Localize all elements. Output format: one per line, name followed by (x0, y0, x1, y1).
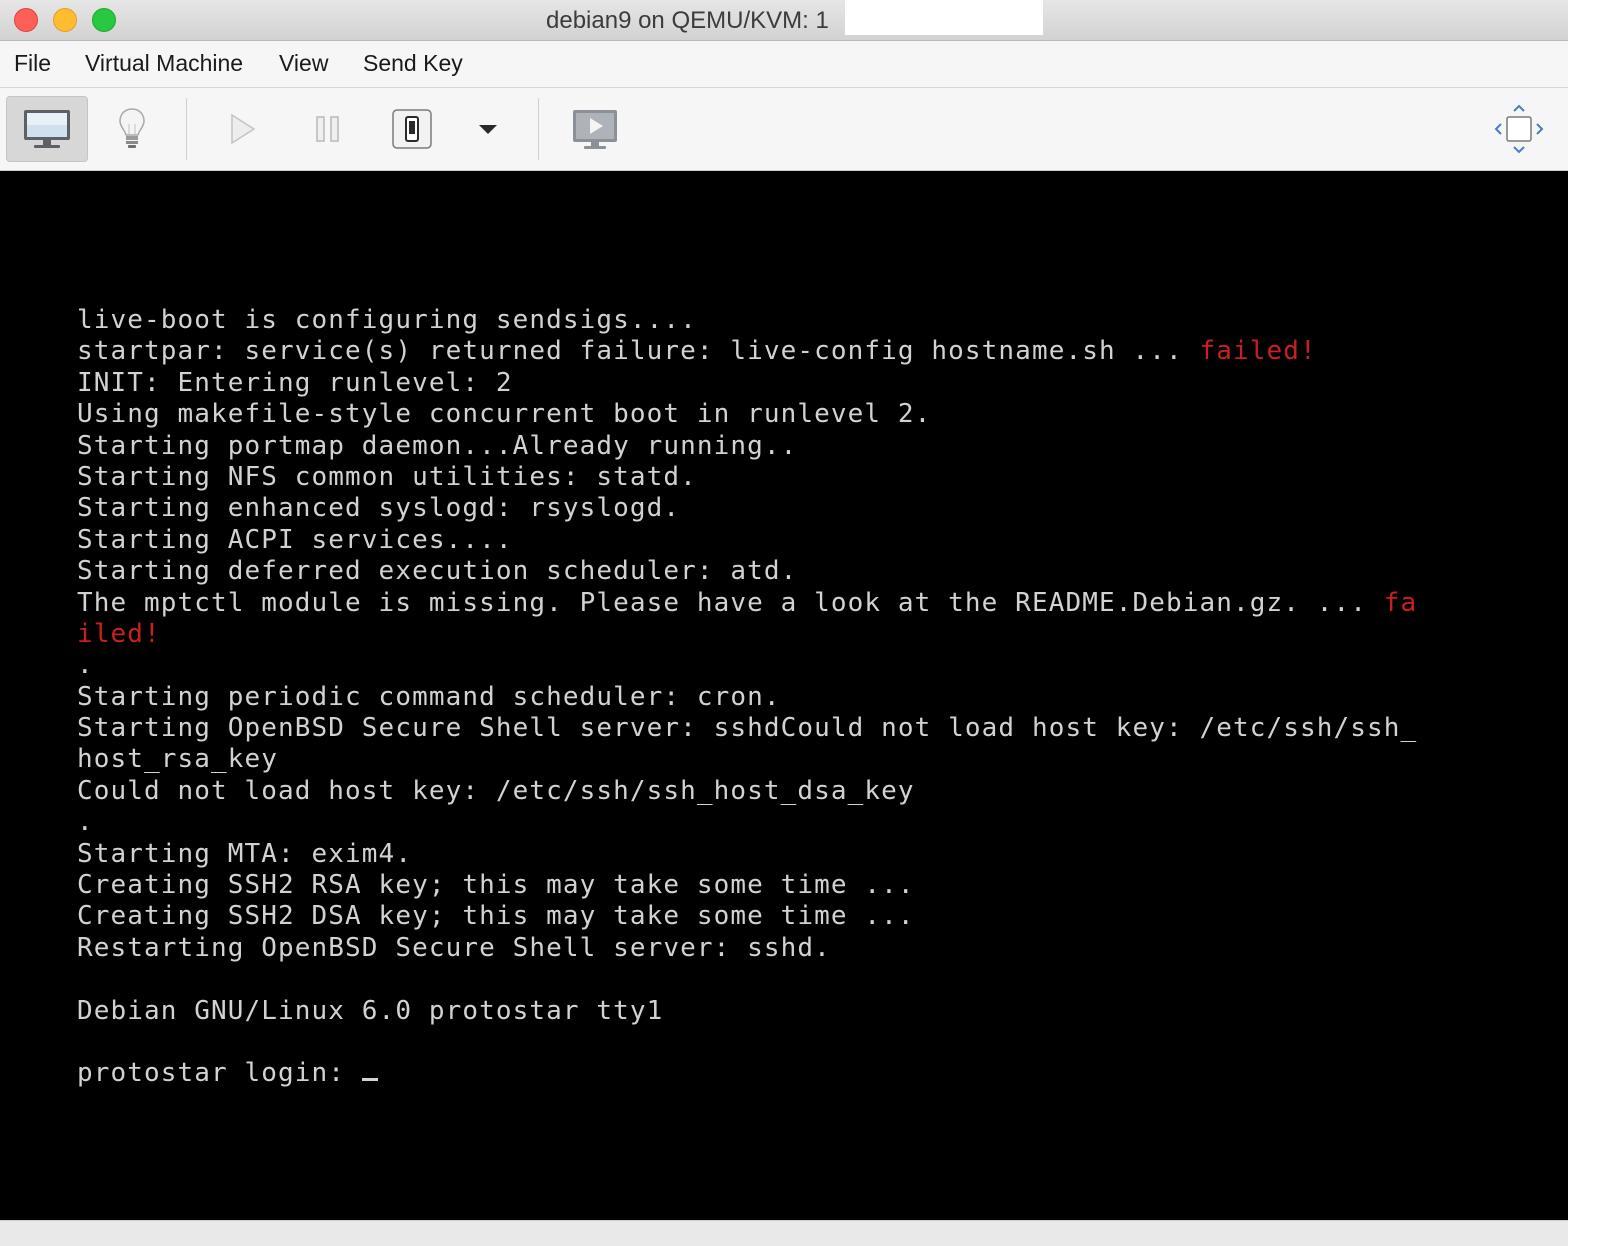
console-line-text: . (77, 650, 94, 681)
console-line-text: Starting enhanced syslogd: rsyslogd. (77, 493, 681, 524)
console-line: Starting portmap daemon...Already runnin… (77, 431, 1417, 462)
desktop-background (1568, 0, 1598, 1246)
play-icon (231, 113, 256, 145)
console-line-text: Restarting OpenBSD Secure Shell server: … (77, 932, 831, 963)
menu-view[interactable]: View (279, 50, 328, 77)
console-error-text: failed! (1199, 336, 1317, 367)
maximize-window-button[interactable] (92, 8, 116, 32)
close-window-button[interactable] (14, 8, 38, 32)
shutdown-button[interactable] (386, 96, 438, 162)
fullscreen-icon (1494, 104, 1544, 154)
monitor-icon (24, 110, 70, 148)
console-line: Debian GNU/Linux 6.0 protostar tty1 (77, 996, 1417, 1027)
window-title: debian9 on QEMU/KVM: 1 (546, 7, 829, 34)
shutdown-menu-button[interactable] (470, 96, 506, 162)
console-line: Starting MTA: exim4. (77, 839, 1417, 870)
console-line: Starting NFS common utilities: statd. (77, 462, 1417, 493)
console-line-text: INIT: Entering runlevel: 2 (77, 367, 513, 398)
console-line: Starting periodic command scheduler: cro… (77, 682, 1417, 713)
menu-bar: File Virtual Machine View Send Key (0, 41, 1568, 88)
console-line-text: . (77, 807, 94, 838)
toolbar-separator (186, 98, 187, 160)
toolbar (0, 88, 1568, 171)
console-line-text: Starting portmap daemon...Already runnin… (77, 430, 798, 461)
login-prompt-line[interactable]: protostar login: (77, 1058, 1417, 1089)
chevron-down-icon (479, 125, 497, 134)
vm-console-display[interactable]: live-boot is configuring sendsigs.... sta… (0, 171, 1568, 1220)
menu-virtual-machine[interactable]: Virtual Machine (85, 50, 243, 77)
text-cursor (361, 1078, 378, 1082)
console-line: Creating SSH2 DSA key; this may take som… (77, 901, 1417, 932)
console-line-text: Starting ACPI services.... (77, 524, 513, 555)
console-line-text: Creating SSH2 DSA key; this may take som… (77, 901, 915, 932)
console-line-text: Starting periodic command scheduler: cro… (77, 681, 781, 712)
console-line: . (77, 807, 1417, 838)
console-line: live-boot is configuring sendsigs.... (77, 305, 1417, 336)
console-line: Starting enhanced syslogd: rsyslogd. (77, 493, 1417, 524)
console-line-text: Starting OpenBSD Secure Shell server: ss… (77, 713, 1418, 744)
console-line: Creating SSH2 RSA key; this may take som… (77, 870, 1417, 901)
console-line: INIT: Entering runlevel: 2 (77, 368, 1417, 399)
console-line: The mptctl module is missing. Please hav… (77, 588, 1417, 619)
minimize-window-button[interactable] (53, 8, 77, 32)
login-prompt: protostar login: (77, 1058, 362, 1089)
toolbar-separator (538, 98, 539, 160)
console-line: startpar: service(s) returned failure: l… (77, 336, 1417, 367)
pause-button[interactable] (302, 96, 354, 162)
console-line: iled! (77, 619, 1417, 650)
console-line: Starting OpenBSD Secure Shell server: ss… (77, 713, 1417, 744)
lightbulb-icon (119, 108, 145, 148)
window-bottom-edge (0, 1220, 1568, 1246)
console-error-text: iled! (77, 618, 161, 649)
console-line: Starting deferred execution scheduler: a… (77, 556, 1417, 587)
shutdown-icon (392, 109, 432, 149)
show-console-button[interactable] (6, 96, 88, 162)
fullscreen-button[interactable] (1490, 96, 1548, 162)
console-line-text: The mptctl module is missing. Please hav… (77, 587, 1384, 618)
snapshots-icon (573, 110, 617, 149)
console-line-text: Starting NFS common utilities: statd. (77, 461, 697, 492)
pause-icon (316, 116, 339, 142)
run-button[interactable] (216, 96, 268, 162)
console-line-text: Starting MTA: exim4. (77, 838, 413, 869)
show-details-button[interactable] (106, 96, 158, 162)
console-line: Restarting OpenBSD Secure Shell server: … (77, 933, 1417, 964)
menu-file[interactable]: File (14, 50, 51, 77)
title-redaction (845, 0, 1043, 35)
console-line-text: Creating SSH2 RSA key; this may take som… (77, 870, 915, 901)
console-line-text: Debian GNU/Linux 6.0 protostar tty1 (77, 995, 664, 1026)
console-line: Starting ACPI services.... (77, 525, 1417, 556)
console-line-text: host_rsa_key (77, 744, 279, 775)
console-line: host_rsa_key (77, 744, 1417, 775)
snapshots-button[interactable] (566, 96, 624, 162)
console-error-text: fa (1383, 587, 1418, 618)
console-line: Using makefile-style concurrent boot in … (77, 399, 1417, 430)
console-line-text: Could not load host key: /etc/ssh/ssh_ho… (77, 775, 915, 806)
console-line-text: Using makefile-style concurrent boot in … (77, 399, 932, 430)
console-line-text: startpar: service(s) returned failure: l… (77, 336, 1200, 367)
title-bar[interactable]: debian9 on QEMU/KVM: 1 (0, 0, 1568, 41)
console-line-text: live-boot is configuring sendsigs.... (77, 305, 697, 335)
vm-window: debian9 on QEMU/KVM: 1 File Virtual Mach… (0, 0, 1568, 1246)
console-line-text: Starting deferred execution scheduler: a… (77, 556, 798, 587)
console-line: . (77, 650, 1417, 681)
menu-send-key[interactable]: Send Key (363, 50, 463, 77)
console-output: live-boot is configuring sendsigs.... sta… (77, 305, 1417, 1090)
console-line: Could not load host key: /etc/ssh/ssh_ho… (77, 776, 1417, 807)
